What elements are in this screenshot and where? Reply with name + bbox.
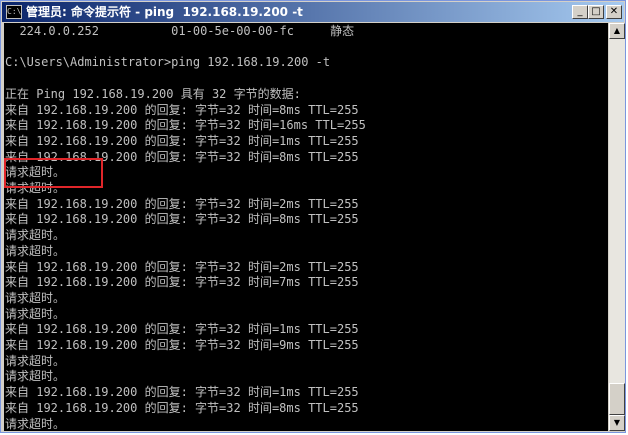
- scroll-up-button[interactable]: ▲: [609, 23, 625, 39]
- console-line: 来自 192.168.19.200 的回复: 字节=32 时间=8ms TTL=…: [5, 212, 359, 227]
- console-line: 来自 192.168.19.200 的回复: 字节=32 时间=2ms TTL=…: [5, 196, 359, 211]
- console-line: 来自 192.168.19.200 的回复: 字节=32 时间=16ms TTL…: [5, 118, 366, 133]
- scroll-down-button[interactable]: ▼: [609, 415, 625, 431]
- console-line: 请求超时。: [5, 369, 66, 384]
- console-line: 来自 192.168.19.200 的回复: 字节=32 时间=7ms TTL=…: [5, 275, 359, 290]
- console-line: 来自 192.168.19.200 的回复: 字节=32 时间=1ms TTL=…: [5, 133, 359, 148]
- cmd-app-icon[interactable]: C:\: [6, 5, 22, 19]
- console-line: 来自 192.168.19.200 的回复: 字节=32 时间=2ms TTL=…: [5, 259, 359, 274]
- scroll-thumb[interactable]: [609, 383, 625, 415]
- console-output[interactable]: 224.0.0.252 01-00-5e-00-00-fc 静态 C:\Users…: [4, 23, 608, 431]
- console-line: 来自 192.168.19.200 的回复: 字节=32 时间=1ms TTL=…: [5, 322, 359, 337]
- console-line: 来自 192.168.19.200 的回复: 字节=32 时间=8ms TTL=…: [5, 400, 359, 415]
- timeout-highlight-box: [4, 158, 103, 188]
- maximize-button[interactable]: □: [588, 5, 604, 19]
- close-button[interactable]: ✕: [606, 5, 622, 19]
- minimize-button[interactable]: _: [572, 5, 588, 19]
- console-line: 请求超时。: [5, 306, 66, 321]
- console-line: 来自 192.168.19.200 的回复: 字节=32 时间=1ms TTL=…: [5, 385, 359, 400]
- console-line: 来自 192.168.19.200 的回复: 字节=32 时间=9ms TTL=…: [5, 338, 359, 352]
- title-bar[interactable]: C:\ 管理员: 命令提示符 - ping 192.168.19.200 -t …: [2, 2, 624, 22]
- console-line: 请求超时。: [5, 243, 66, 258]
- window-title: 管理员: 命令提示符 - ping 192.168.19.200 -t: [26, 5, 303, 19]
- console-line: 来自 192.168.19.200 的回复: 字节=32 时间=8ms TTL=…: [5, 102, 359, 117]
- vertical-scrollbar[interactable]: ▲ ▼: [609, 23, 625, 431]
- console-line: C:\Users\Administrator>ping 192.168.19.2…: [5, 55, 331, 70]
- cmd-window: C:\ 管理员: 命令提示符 - ping 192.168.19.200 -t …: [0, 0, 626, 433]
- console-line: 请求超时。: [5, 228, 66, 243]
- console-line: 224.0.0.252 01-00-5e-00-00-fc 静态: [5, 24, 355, 38]
- console-line: 正在 Ping 192.168.19.200 具有 32 字节的数据:: [5, 86, 301, 101]
- console-line: 请求超时。: [5, 353, 66, 368]
- console-line: 请求超时。: [5, 416, 66, 431]
- console-line: 请求超时。: [5, 290, 66, 305]
